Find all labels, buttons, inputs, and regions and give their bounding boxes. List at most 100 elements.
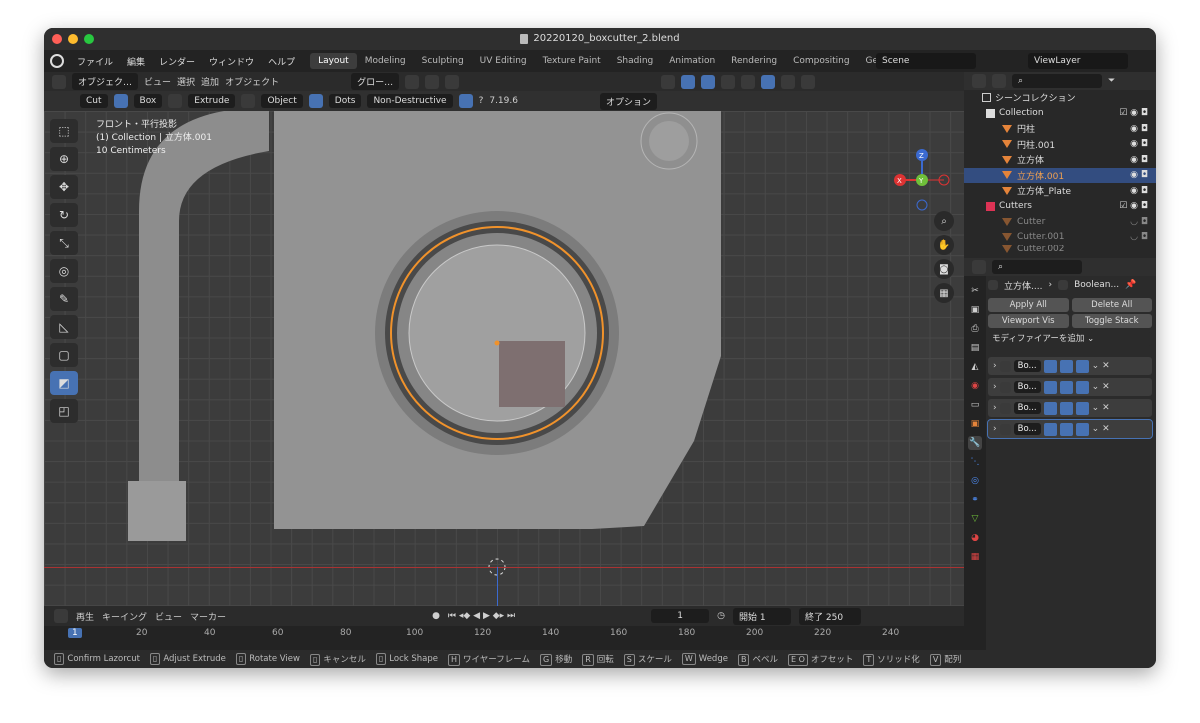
modifier-panel[interactable]: › Bo... ⌄ ✕ — [988, 378, 1152, 396]
stopwatch-icon[interactable]: ◷ — [717, 611, 725, 621]
modifier-name-field[interactable]: Bo... — [1013, 381, 1041, 393]
modifier-menu-icon[interactable]: ⌄ — [1092, 361, 1100, 371]
options-dropdown[interactable]: オプション — [599, 92, 657, 110]
timeline-menu-marker[interactable]: マーカー — [190, 610, 226, 623]
cut-mode-dropdown[interactable]: Cut — [80, 94, 108, 108]
tab-sculpting[interactable]: Sculpting — [414, 53, 472, 69]
visibility-icon[interactable] — [661, 74, 676, 89]
modifier-name-field[interactable]: Bo... — [1013, 402, 1041, 414]
properties-editor-icon[interactable] — [972, 260, 986, 274]
3d-viewport[interactable]: フロント・平行投影 (1) Collection | 立方体.001 10 Ce… — [44, 111, 964, 606]
tab-animation[interactable]: Animation — [661, 53, 723, 69]
object-tab-icon[interactable]: ▣ — [968, 417, 982, 431]
editmode-toggle-icon[interactable] — [1043, 422, 1057, 436]
proportional-edit-icon[interactable] — [445, 74, 460, 89]
viewport-vis-button[interactable]: Viewport Vis — [988, 314, 1069, 328]
record-icon[interactable]: ● — [432, 611, 440, 621]
tool-tab-icon[interactable]: ✂ — [968, 284, 982, 298]
modifier-name-field[interactable]: Bo... — [1013, 423, 1041, 435]
expand-chevron-icon[interactable]: › — [993, 403, 997, 413]
render-tab-icon[interactable]: ▣ — [968, 303, 982, 317]
menu-file[interactable]: ファイル — [70, 55, 120, 68]
texture-tab-icon[interactable]: ▦ — [968, 550, 982, 564]
scene-tab-icon[interactable]: ◭ — [968, 360, 982, 374]
mode-selector[interactable]: オブジェク… — [72, 73, 139, 90]
particles-tab-icon[interactable]: ⋱ — [968, 455, 982, 469]
outliner-row[interactable]: Cutter.001 ◡ ◘ — [964, 230, 1156, 246]
menu-render[interactable]: レンダー — [152, 55, 202, 68]
tab-layout[interactable]: Layout — [310, 53, 357, 69]
current-frame-field[interactable]: 1 — [651, 609, 710, 623]
visibility-controls[interactable]: ◉ ◘ — [1130, 155, 1148, 165]
outliner-editor-icon[interactable] — [972, 74, 986, 88]
extrude-dropdown[interactable]: Extrude — [188, 94, 236, 108]
expand-chevron-icon[interactable]: › — [993, 361, 997, 371]
hardops-tool-icon[interactable]: ◰ — [50, 399, 78, 423]
properties-search-input[interactable]: ⌕ — [992, 260, 1082, 274]
viewlayer-selector[interactable]: ViewLayer — [1028, 53, 1128, 69]
display-mode-icon[interactable] — [992, 74, 1006, 88]
tab-compositing[interactable]: Compositing — [785, 53, 857, 69]
modifier-panel-active[interactable]: › Bo... ⌄ ✕ — [987, 419, 1153, 439]
timeline-menu-playback[interactable]: 再生 — [76, 610, 94, 623]
rotate-tool-icon[interactable]: ↻ — [50, 203, 78, 227]
modifier-panel[interactable]: › Bo... ⌄ ✕ — [988, 399, 1152, 417]
object-dropdown[interactable]: Object — [261, 94, 303, 108]
render-toggle-icon[interactable] — [1075, 401, 1089, 415]
viewport-toggle-icon[interactable] — [1059, 359, 1073, 373]
data-tab-icon[interactable]: ▽ — [968, 512, 982, 526]
add-modifier-dropdown[interactable]: モディファイアーを追加 ⌄ — [988, 332, 1152, 346]
close-window-button[interactable] — [52, 34, 62, 44]
menu-window[interactable]: ウィンドウ — [202, 55, 261, 68]
modifier-menu-icon[interactable]: ⌄ — [1092, 424, 1100, 434]
collection-tab-icon[interactable]: ▭ — [968, 398, 982, 412]
outliner-row[interactable]: 立方体 ◉ ◘ — [964, 152, 1156, 168]
pivot-icon[interactable] — [405, 74, 420, 89]
render-toggle-icon[interactable] — [1075, 359, 1089, 373]
ruler-frame-1[interactable]: 1 — [68, 628, 82, 638]
measure-tool-icon[interactable]: ◺ — [50, 315, 78, 339]
expand-chevron-icon[interactable]: › — [993, 424, 997, 434]
constraints-tab-icon[interactable]: ⚭ — [968, 493, 982, 507]
outliner-search-input[interactable]: ⌕ — [1012, 74, 1102, 88]
rendered-shading-icon[interactable] — [801, 74, 816, 89]
visibility-controls[interactable]: ◡ ◘ — [1130, 217, 1148, 227]
outliner-row[interactable]: 立方体_Plate ◉ ◘ — [964, 183, 1156, 199]
scale-tool-icon[interactable]: ⤡ — [50, 231, 78, 255]
boxcutter-tool-icon[interactable]: ◩ — [50, 371, 78, 395]
timeline-editor-icon[interactable] — [54, 609, 68, 623]
timeline-menu-view[interactable]: ビュー — [155, 610, 182, 623]
outliner-row-selected[interactable]: 立方体.001 ◉ ◘ — [964, 167, 1156, 183]
remove-modifier-icon[interactable]: ✕ — [1102, 361, 1110, 371]
editmode-toggle-icon[interactable] — [1043, 401, 1057, 415]
blender-logo-icon[interactable] — [50, 54, 64, 68]
transform-tool-icon[interactable]: ◎ — [50, 259, 78, 283]
outliner-row[interactable]: Cutter.002 — [964, 245, 1156, 253]
outliner-row[interactable]: 円柱.001 ◉ ◘ — [964, 137, 1156, 153]
cursor-tool-icon[interactable]: ⊕ — [50, 147, 78, 171]
nondestructive-dropdown[interactable]: Non-Destructive — [367, 94, 453, 108]
grid-view-icon[interactable]: ▦ — [934, 283, 954, 303]
menu-view[interactable]: ビュー — [144, 75, 171, 88]
visibility-controls[interactable]: ◉ ◘ — [1130, 124, 1148, 134]
toggle-stack-button[interactable]: Toggle Stack — [1071, 314, 1152, 328]
modifier-name-field[interactable]: Bo... — [1013, 360, 1041, 372]
cut-icon[interactable] — [113, 94, 128, 108]
visibility-controls[interactable]: ◉ ◘ — [1130, 186, 1148, 196]
snap-magnet-icon[interactable] — [308, 94, 323, 108]
viewport-toggle-icon[interactable] — [1059, 401, 1073, 415]
view-layer-tab-icon[interactable]: ▤ — [968, 341, 982, 355]
remove-modifier-icon[interactable]: ✕ — [1102, 403, 1110, 413]
tab-texture-paint[interactable]: Texture Paint — [535, 53, 609, 69]
help-icon[interactable]: ? — [479, 96, 484, 106]
modifier-panel[interactable]: › Bo... ⌄ ✕ — [988, 357, 1152, 375]
camera-icon[interactable]: ◙ — [934, 259, 954, 279]
pause-icon[interactable] — [458, 94, 473, 108]
material-shading-icon[interactable] — [781, 74, 796, 89]
tab-shading[interactable]: Shading — [609, 53, 662, 69]
zoom-icon[interactable]: ⌕ — [934, 211, 954, 231]
timeline-menu-keying[interactable]: キーイング — [102, 610, 147, 623]
menu-select[interactable]: 選択 — [177, 75, 195, 88]
expand-chevron-icon[interactable]: › — [993, 382, 997, 392]
tab-rendering[interactable]: Rendering — [723, 53, 785, 69]
